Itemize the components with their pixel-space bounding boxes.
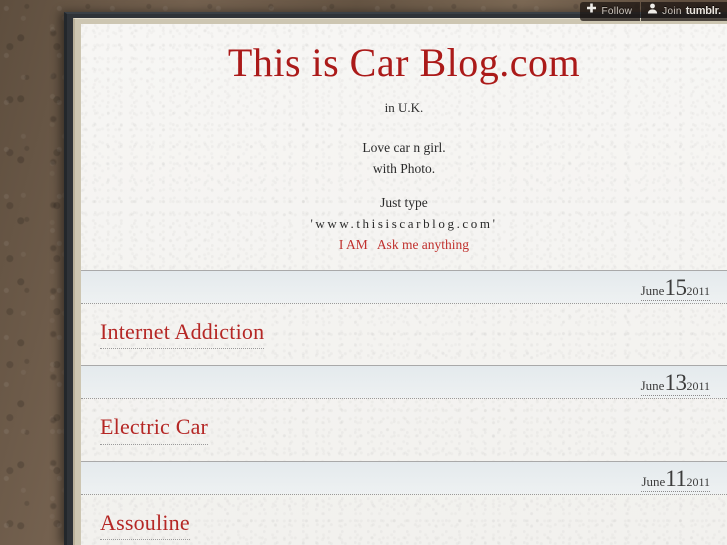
description-line-1: Love car n girl. [362, 140, 446, 155]
join-label: Join [662, 6, 682, 17]
join-tumblr-button[interactable]: Join tumblr. [641, 2, 727, 21]
post-body: Assouline [81, 493, 727, 545]
post-date-band: June132011 [81, 365, 727, 399]
tumblr-controls-bar: Follow Join tumblr. [580, 2, 727, 21]
follow-button[interactable]: Follow [580, 2, 641, 21]
post-title-link[interactable]: Electric Car [100, 414, 208, 439]
post-body: Internet Addiction [81, 302, 727, 366]
post-date-month: June [640, 282, 665, 298]
post: June132011 Electric Car [81, 365, 727, 461]
description-links: I AM Ask me anything [81, 235, 727, 256]
description-line-3: Just type [380, 194, 428, 210]
person-icon [647, 2, 658, 21]
i-am-link[interactable]: I AM [339, 237, 368, 252]
blog-page: This is Car Blog.com in U.K. Love car n … [81, 24, 727, 545]
post-date: June132011 [640, 370, 710, 397]
post-title[interactable]: Assouline [100, 509, 190, 541]
description-spacer [81, 180, 727, 193]
follow-label: Follow [601, 6, 633, 17]
post-body: Electric Car [81, 398, 727, 461]
post-date-band: June112011 [81, 460, 727, 494]
post-date-day: 11 [665, 465, 687, 491]
ask-me-anything-link[interactable]: Ask me anything [377, 237, 469, 252]
post: June152011 Internet Addiction [81, 269, 727, 366]
post-date-day: 13 [664, 370, 687, 396]
tumblr-brand-label: tumblr. [685, 5, 721, 17]
page-frame-outer: This is Car Blog.com in U.K. Love car n … [64, 12, 727, 545]
post-date: June112011 [641, 467, 710, 492]
post-date-month: June [641, 473, 666, 489]
post-title-link[interactable]: Internet Addiction [100, 319, 264, 344]
blog-title[interactable]: This is Car Blog.com [81, 42, 727, 84]
post-date-band: June152011 [81, 269, 727, 303]
blog-subtitle: in U.K. [384, 100, 424, 115]
post-title[interactable]: Electric Car [100, 413, 209, 445]
post-date: June152011 [640, 274, 710, 301]
plus-icon [586, 2, 597, 21]
post-title[interactable]: Internet Addiction [100, 318, 265, 350]
page-frame-inner: This is Car Blog.com in U.K. Love car n … [73, 18, 727, 545]
post-date-year: 2011 [686, 379, 710, 394]
post-date-day: 15 [664, 274, 687, 300]
post-title-link[interactable]: Assouline [100, 510, 190, 535]
description-line-2: with Photo. [372, 160, 436, 176]
blog-header: This is Car Blog.com in U.K. Love car n … [81, 24, 727, 270]
blog-description: Love car n girl. with Photo. Just type '… [81, 138, 727, 256]
description-url: 'www.thisiscarblog.com' [310, 215, 498, 231]
post-date-year: 2011 [686, 474, 710, 489]
post: June112011 Assouline [81, 460, 727, 545]
post-date-year: 2011 [686, 283, 710, 298]
post-date-month: June [640, 378, 665, 394]
